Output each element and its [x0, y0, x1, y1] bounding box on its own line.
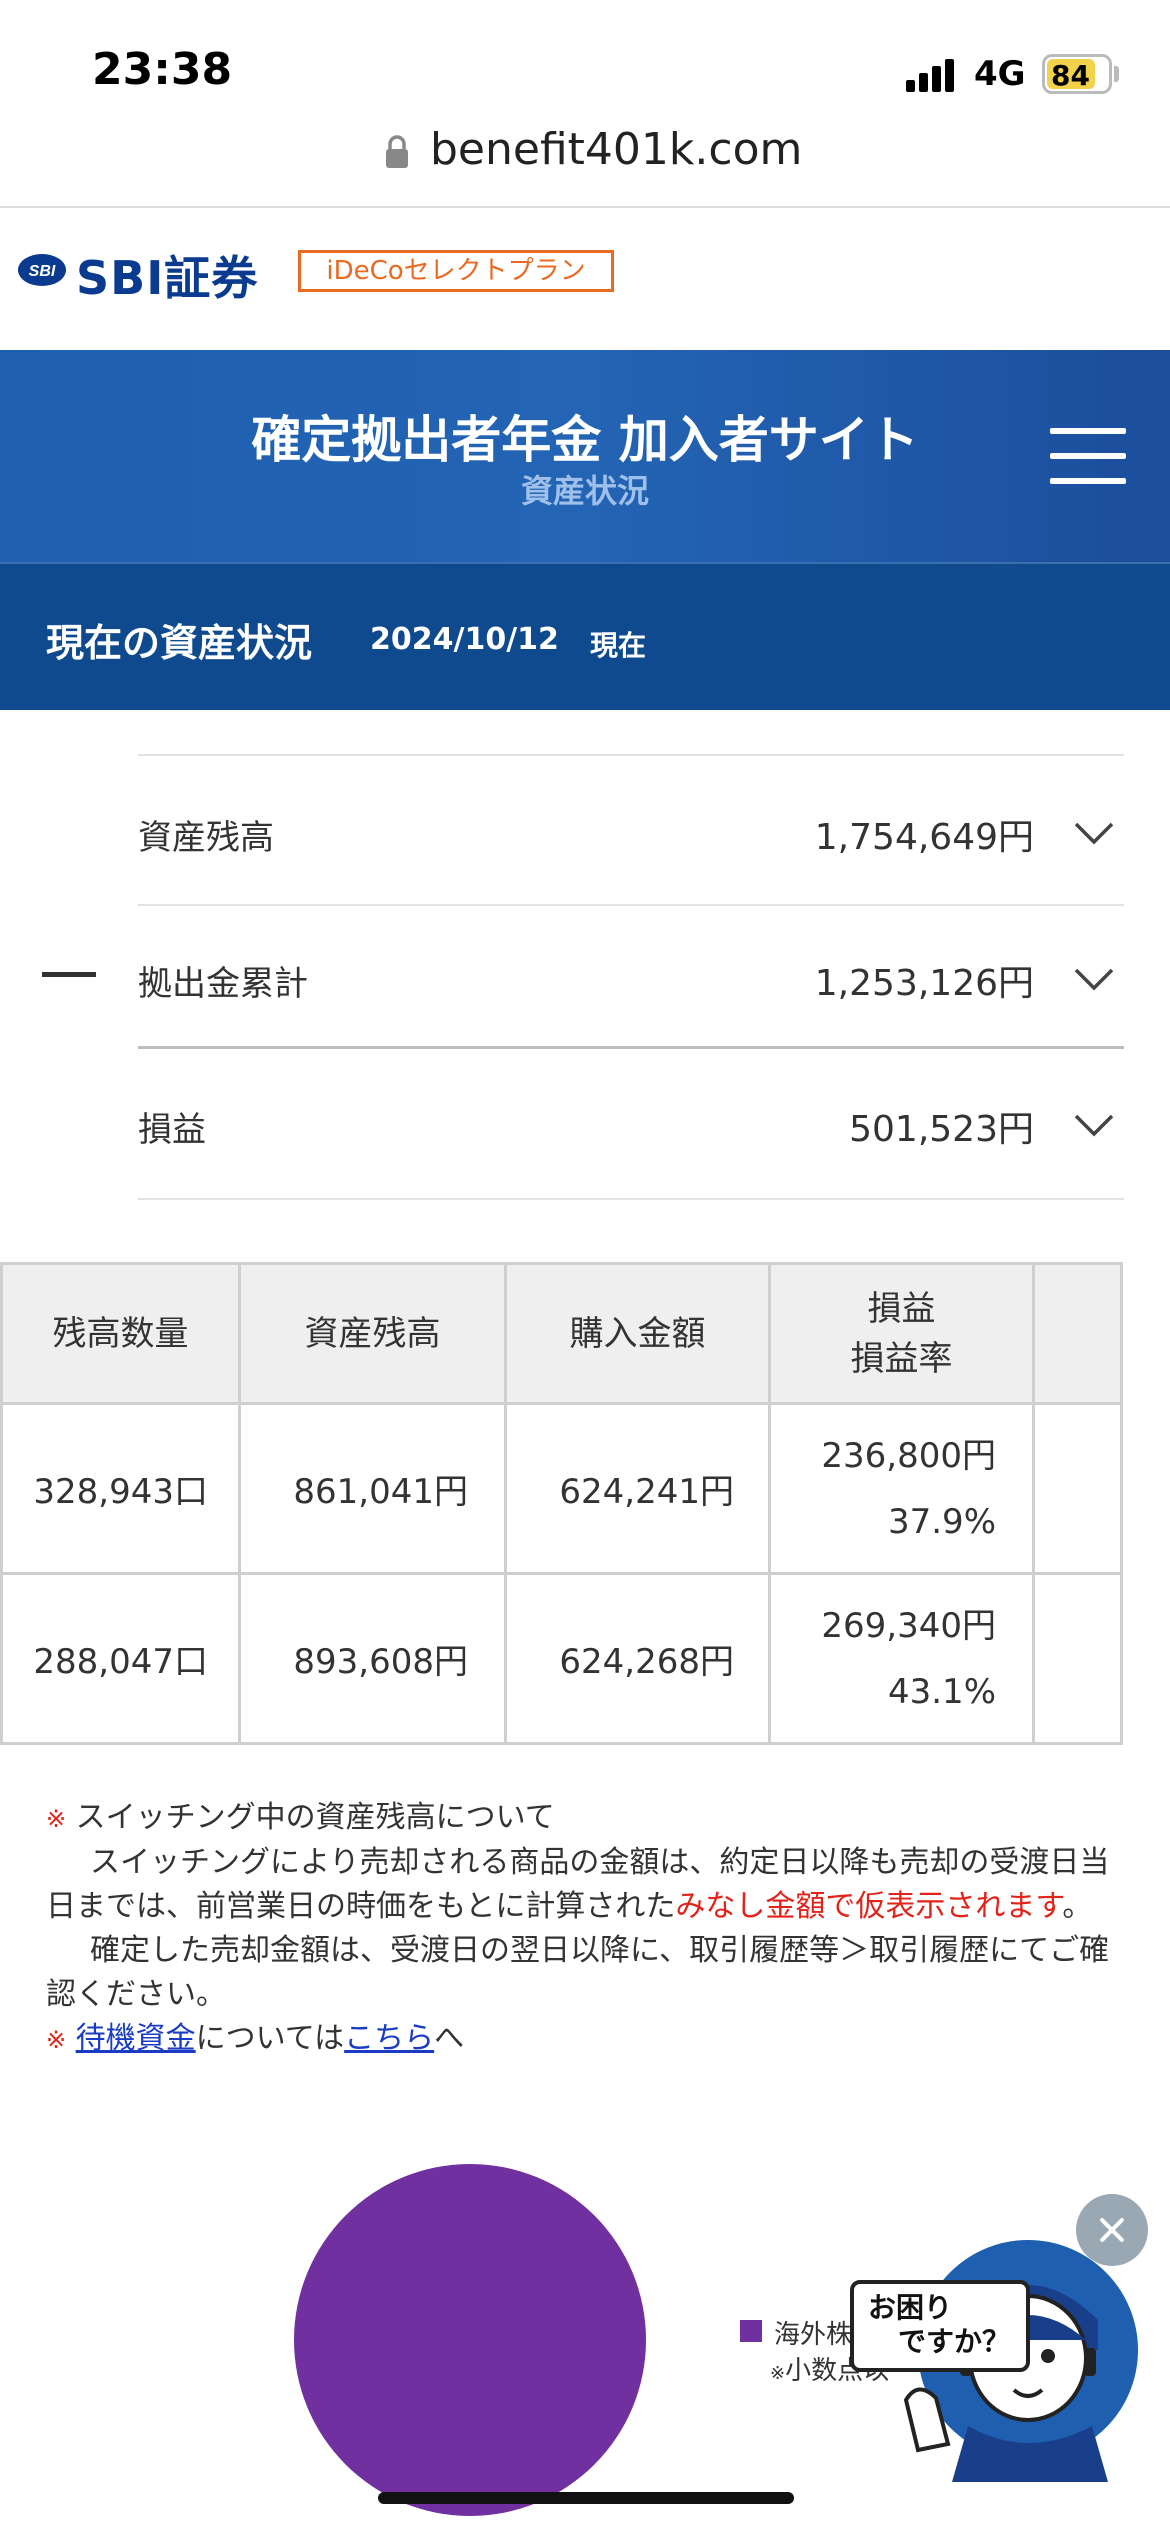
note-link-end: へ	[434, 2021, 465, 2056]
sbi-mark-text: SBI	[29, 263, 56, 280]
cell-extra	[1032, 1402, 1123, 1575]
table-row[interactable]: 288,047口 893,608円 624,268円 269,340円 43.1…	[0, 1572, 1123, 1745]
note-paragraph-1-end: 。	[1062, 1889, 1093, 1924]
header-purchase: 購入金額	[504, 1262, 771, 1405]
cell-extra	[1032, 1572, 1123, 1745]
summary-divider	[138, 754, 1124, 756]
note-warning-text: みなし金額で仮表示されます	[675, 1889, 1063, 1924]
note-asterisk: ※	[46, 2026, 67, 2054]
header-gain-rate-label: 損益率	[850, 1338, 953, 1379]
table-row[interactable]: 328,943口 861,041円 624,241円 236,800円 37.9…	[0, 1402, 1123, 1575]
cell-balance: 861,041円	[238, 1402, 507, 1575]
cell-quantity: 328,943口	[0, 1402, 241, 1575]
header-extra	[1032, 1262, 1123, 1405]
cell-gain-amount: 269,340円	[821, 1605, 996, 1646]
chevron-down-icon[interactable]	[1074, 958, 1114, 998]
note-heading: スイッチング中の資産残高について	[75, 1800, 555, 1835]
sbi-logo-icon[interactable]: SBI	[16, 250, 68, 294]
summary-label-contribution: 拠出金累計	[138, 964, 308, 1004]
site-title: 確定拠出者年金 加入者サイト	[251, 411, 919, 469]
minus-operator	[42, 972, 96, 977]
chevron-down-icon[interactable]	[1074, 1104, 1114, 1144]
note-asterisk: ※	[46, 1805, 67, 1833]
summary-divider	[138, 1198, 1124, 1200]
note-paragraph-1: スイッチングにより売却される商品の金額は、約定日以降も売却の受渡日当日までは、前…	[46, 1841, 1126, 1929]
header-quantity: 残高数量	[0, 1262, 241, 1405]
battery-level: 84	[1051, 59, 1090, 92]
status-time: 23:38	[92, 44, 233, 95]
close-icon[interactable]	[1076, 2194, 1148, 2266]
summary-value-contribution: 1,253,126円	[814, 963, 1034, 1004]
help-text-line-2: ですか？	[898, 2325, 1011, 2358]
summary-divider	[138, 904, 1124, 906]
switching-notes: ※ スイッチング中の資産残高について スイッチングにより売却される商品の金額は、…	[46, 1796, 1126, 2062]
header-gain-label: 損益	[867, 1288, 936, 1329]
pie-slice-foreign-stocks	[294, 2164, 646, 2516]
network-type: 4G	[974, 54, 1026, 94]
summary-label-balance: 資産残高	[138, 818, 274, 858]
standby-funds-link[interactable]: 待機資金	[76, 2021, 196, 2056]
lock-icon	[386, 135, 408, 168]
summary-value-gain: 501,523円	[849, 1109, 1034, 1150]
header-balance: 資産残高	[238, 1262, 507, 1405]
sbi-brand[interactable]: SBI証券	[76, 242, 258, 308]
url-bar[interactable]: benefit401k.com	[430, 124, 802, 175]
page-subtitle: 資産状況	[520, 472, 649, 510]
summary-label-gain: 損益	[138, 1110, 206, 1150]
header-gain: 損益 損益率	[768, 1262, 1035, 1405]
cell-gain-rate: 37.9%	[887, 1501, 996, 1542]
cell-purchase: 624,268円	[504, 1572, 771, 1745]
note-paragraph-2: 確定した売却金額は、受渡日の翌日以降に、取引履歴等＞取引履歴にてご確認ください。	[46, 1929, 1126, 2017]
home-indicator[interactable]	[378, 2492, 794, 2504]
summary-value-balance: 1,754,649円	[814, 817, 1034, 858]
cell-gain-rate: 43.1%	[887, 1671, 996, 1712]
battery-icon: 84	[1042, 54, 1112, 94]
table-header-row: 残高数量 資産残高 購入金額 損益 損益率	[0, 1262, 1123, 1405]
hamburger-menu-icon[interactable]	[1050, 428, 1126, 484]
battery-cap	[1114, 66, 1119, 82]
as-of-suffix: 現在	[590, 629, 647, 662]
allocation-pie-chart	[294, 2164, 646, 2516]
as-of-date: 2024/10/12	[370, 622, 559, 657]
cell-purchase: 624,241円	[504, 1402, 771, 1575]
note-link-mid: については	[195, 2021, 345, 2056]
cell-gain: 269,340円 43.1%	[768, 1572, 1035, 1745]
section-title: 現在の資産状況	[46, 621, 313, 665]
holdings-table: 残高数量 資産残高 購入金額 損益 損益率 328,943口 861,041円 …	[0, 1262, 1123, 1745]
here-link[interactable]: こちら	[344, 2021, 434, 2056]
legend-swatch	[740, 2320, 762, 2342]
note-heading-line: ※ スイッチング中の資産残高について	[46, 1796, 1126, 1841]
cell-gain-amount: 236,800円	[821, 1435, 996, 1476]
note-link-line: ※ 待機資金についてはこちらへ	[46, 2017, 1126, 2062]
cell-quantity: 288,047口	[0, 1572, 241, 1745]
cell-balance: 893,608円	[238, 1572, 507, 1745]
cell-gain: 236,800円 37.9%	[768, 1402, 1035, 1575]
signal-icon	[906, 58, 956, 92]
note-paragraph-2-text: 確定した売却金額は、受渡日の翌日以降に、取引履歴等＞取引履歴にてご確認ください。	[46, 1933, 1110, 2012]
legend-note-mark: ※	[770, 2363, 786, 2384]
chevron-down-icon[interactable]	[1074, 812, 1114, 852]
ideco-plan-badge: iDeCoセレクトプラン	[298, 250, 614, 292]
summary-divider	[138, 1046, 1124, 1049]
